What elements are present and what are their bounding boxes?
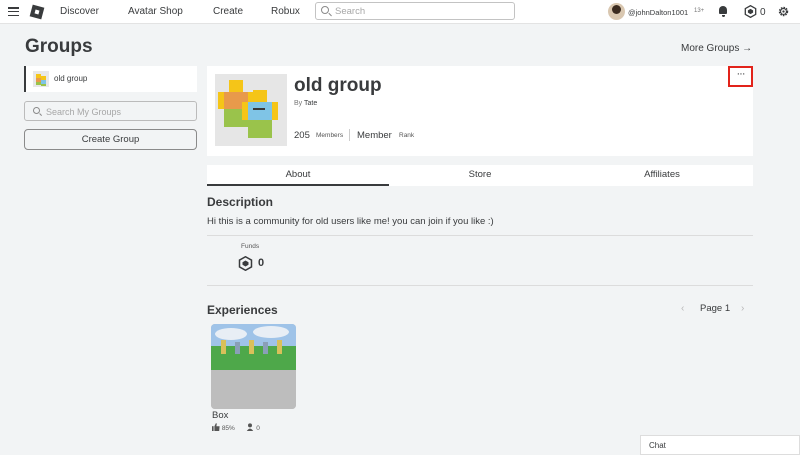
more-options-button[interactable]: ··· xyxy=(728,66,753,87)
section-divider xyxy=(207,235,753,236)
group-owner: By Tate xyxy=(294,100,317,107)
robux-icon xyxy=(238,256,253,271)
description-text: Hi this is a community for old users lik… xyxy=(207,216,494,227)
tab-store[interactable]: Store xyxy=(389,165,571,186)
age-badge: 13+ xyxy=(694,8,705,14)
group-emblem-image xyxy=(215,74,287,146)
search-placeholder: Search xyxy=(335,6,366,17)
owner-name-link[interactable]: Tate xyxy=(304,100,317,107)
tab-affiliates[interactable]: Affiliates xyxy=(571,165,753,186)
search-icon xyxy=(321,6,329,14)
top-navigation-bar: Discover Avatar Shop Create Robux Search… xyxy=(0,0,800,24)
create-group-button[interactable]: Create Group xyxy=(24,129,197,150)
search-my-groups-input[interactable]: Search My Groups xyxy=(24,101,197,121)
search-icon xyxy=(33,107,40,114)
experiences-heading: Experiences xyxy=(207,303,278,317)
page-title: Groups xyxy=(25,36,93,57)
chevron-right-icon[interactable]: › xyxy=(741,303,744,314)
chevron-left-icon[interactable]: ‹ xyxy=(681,303,684,314)
roblox-logo[interactable] xyxy=(29,4,45,20)
more-groups-link[interactable]: More Groups → xyxy=(681,43,752,54)
funds-label: Funds xyxy=(241,243,260,250)
chat-label: Chat xyxy=(649,441,666,450)
group-tabs: About Store Affiliates xyxy=(207,165,753,186)
experience-stats: 85% 0 xyxy=(212,423,260,433)
tab-about[interactable]: About xyxy=(207,165,389,186)
group-header-card: old group By Tate 205 Members Member Ran… xyxy=(207,66,753,156)
search-my-groups-placeholder: Search My Groups xyxy=(46,107,122,117)
experience-name[interactable]: Box xyxy=(212,410,228,421)
experience-card-thumbnail[interactable] xyxy=(211,324,296,409)
pager-label: Page 1 xyxy=(700,303,731,314)
nav-link-discover[interactable]: Discover xyxy=(60,6,99,17)
player-icon xyxy=(246,423,254,433)
members-label: Members xyxy=(316,132,344,139)
nav-link-create[interactable]: Create xyxy=(213,6,243,17)
player-count: 0 xyxy=(256,424,260,432)
funds-value: 0 xyxy=(258,257,265,269)
stats-divider xyxy=(349,129,350,141)
sidebar-group-label: old group xyxy=(54,74,88,83)
owner-prefix: By xyxy=(294,100,303,107)
chat-bar[interactable]: Chat xyxy=(640,435,800,455)
settings-gear-icon[interactable] xyxy=(777,5,790,18)
group-thumbnail xyxy=(33,71,49,87)
nav-link-robux[interactable]: Robux xyxy=(271,6,300,17)
notifications-bell-icon[interactable] xyxy=(718,6,728,17)
thumbs-up-icon xyxy=(212,423,220,433)
rank-label: Rank xyxy=(399,132,415,139)
robux-balance: 0 xyxy=(760,7,766,18)
members-count: 205 xyxy=(294,130,310,141)
sidebar-group-item[interactable]: old group xyxy=(24,66,197,92)
rank-value: Member xyxy=(357,130,392,141)
description-heading: Description xyxy=(207,195,274,209)
global-search-input[interactable]: Search xyxy=(315,2,515,20)
like-ratio: 85% xyxy=(221,424,235,432)
robux-icon[interactable] xyxy=(744,5,757,18)
username[interactable]: @johnDalton1001 xyxy=(628,8,688,17)
menu-icon[interactable] xyxy=(8,7,19,17)
section-divider xyxy=(207,285,753,286)
user-avatar[interactable] xyxy=(608,3,625,20)
group-name: old group xyxy=(294,75,382,96)
nav-link-avatar-shop[interactable]: Avatar Shop xyxy=(128,6,183,17)
